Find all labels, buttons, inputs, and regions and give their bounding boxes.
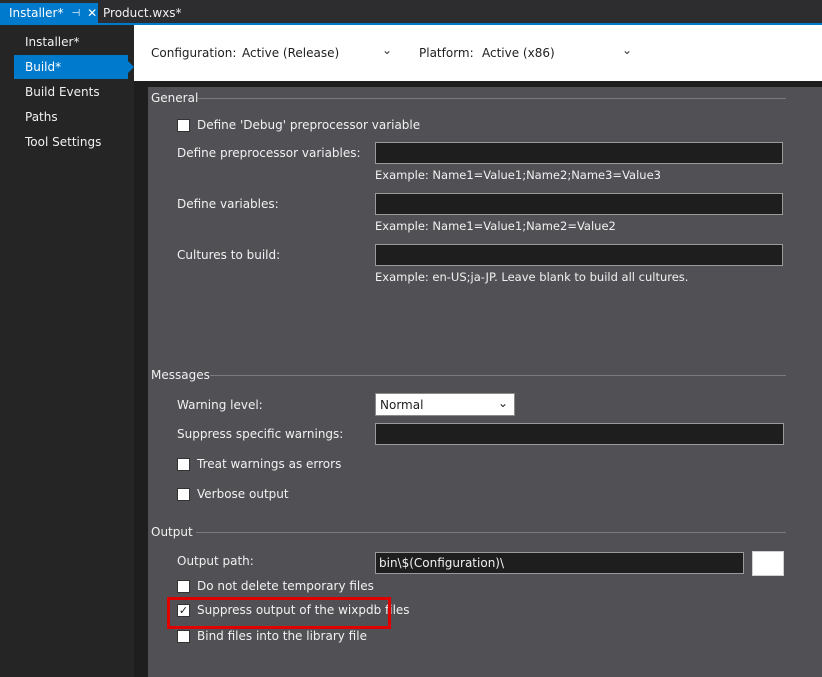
nav-item-build-events[interactable]: Build Events <box>14 80 128 104</box>
checkbox-box[interactable] <box>177 629 190 643</box>
output-path-label: Output path: <box>177 554 254 568</box>
treat-warnings-label: Treat warnings as errors <box>197 457 342 471</box>
preprocessor-variables-label: Define preprocessor variables: <box>177 146 361 160</box>
nav-item-label: Build Events <box>25 85 100 99</box>
tab-product-wxs[interactable]: Product.wxs* <box>98 3 198 23</box>
red-highlight-box <box>167 597 391 629</box>
define-debug-checkbox[interactable]: Define 'Debug' preprocessor variable <box>177 118 420 132</box>
general-group-title: General <box>151 91 199 105</box>
project-properties-nav: Installer* Build* Build Events Paths Too… <box>0 25 134 677</box>
nav-item-label: Installer* <box>25 35 80 49</box>
configuration-label: Configuration: <box>151 46 237 60</box>
platform-value: Active (x86) <box>482 46 555 60</box>
general-group-header: General <box>151 90 198 106</box>
chevron-down-icon: ⌄ <box>622 43 633 57</box>
nav-item-label: Build* <box>25 60 62 74</box>
output-group-title: Output <box>151 525 193 539</box>
no-delete-temp-checkbox[interactable]: Do not delete temporary files <box>177 579 374 593</box>
define-variables-hint: Example: Name1=Value1;Name2=Value2 <box>375 219 616 233</box>
preprocessor-variables-input[interactable] <box>375 142 783 164</box>
platform-label: Platform: <box>419 46 474 60</box>
warning-level-select[interactable]: Normal ⌄ <box>375 393 515 416</box>
output-path-value: bin\$(Configuration)\ <box>379 556 505 570</box>
browse-button[interactable] <box>752 551 784 576</box>
tab-installer-label: Installer* <box>9 6 64 20</box>
build-properties-panel: General Define 'Debug' preprocessor vari… <box>148 87 822 677</box>
nav-item-label: Paths <box>25 110 58 124</box>
configuration-dropdown[interactable]: Active (Release) ⌄ <box>240 39 396 67</box>
cultures-hint: Example: en-US;ja-JP. Leave blank to bui… <box>375 270 689 284</box>
output-path-input[interactable]: bin\$(Configuration)\ <box>375 552 744 574</box>
warning-level-label: Warning level: <box>177 398 263 412</box>
bind-files-label: Bind files into the library file <box>197 629 367 643</box>
treat-warnings-checkbox[interactable]: Treat warnings as errors <box>177 457 341 471</box>
close-icon[interactable]: ✕ <box>87 6 97 20</box>
configuration-value: Active (Release) <box>242 46 340 60</box>
nav-item-tool-settings[interactable]: Tool Settings <box>14 130 128 154</box>
define-variables-input[interactable] <box>375 193 783 215</box>
tab-installer[interactable]: Installer* ⊣ ✕ <box>0 3 98 23</box>
group-divider <box>210 375 786 376</box>
group-divider <box>196 532 786 533</box>
group-divider <box>198 98 786 99</box>
pin-icon[interactable]: ⊣ <box>71 8 80 19</box>
platform-dropdown[interactable]: Active (x86) ⌄ <box>480 39 636 67</box>
output-group-header: Output <box>151 524 193 540</box>
suppress-warnings-input[interactable] <box>375 423 784 445</box>
checkbox-box[interactable] <box>177 579 190 593</box>
warning-level-value: Normal <box>380 397 424 412</box>
verbose-output-checkbox[interactable]: Verbose output <box>177 487 289 501</box>
define-variables-label: Define variables: <box>177 197 279 211</box>
chevron-down-icon: ⌄ <box>497 396 508 410</box>
bind-files-checkbox[interactable]: Bind files into the library file <box>177 629 367 643</box>
cultures-input[interactable] <box>375 244 783 266</box>
nav-item-paths[interactable]: Paths <box>14 105 128 129</box>
checkbox-box[interactable] <box>177 487 190 501</box>
chevron-down-icon: ⌄ <box>382 43 393 57</box>
tab-product-wxs-label: Product.wxs* <box>103 6 182 20</box>
verbose-output-label: Verbose output <box>197 487 289 501</box>
nav-item-build[interactable]: Build* <box>14 55 134 79</box>
nav-item-label: Tool Settings <box>25 135 102 149</box>
checkbox-box[interactable] <box>177 457 190 471</box>
nav-item-installer[interactable]: Installer* <box>14 30 128 54</box>
no-delete-temp-label: Do not delete temporary files <box>197 579 374 593</box>
messages-group-title: Messages <box>151 368 210 382</box>
configuration-bar: Configuration: Active (Release) ⌄ Platfo… <box>134 25 822 81</box>
preprocessor-variables-hint: Example: Name1=Value1;Name2;Name3=Value3 <box>375 168 661 182</box>
checkbox-box[interactable] <box>177 118 190 132</box>
suppress-warnings-label: Suppress specific warnings: <box>177 427 344 441</box>
cultures-label: Cultures to build: <box>177 248 281 262</box>
document-tab-strip: Installer* ⊣ ✕ Product.wxs* <box>0 0 822 25</box>
define-debug-label: Define 'Debug' preprocessor variable <box>197 118 421 132</box>
messages-group-header: Messages <box>151 367 210 383</box>
